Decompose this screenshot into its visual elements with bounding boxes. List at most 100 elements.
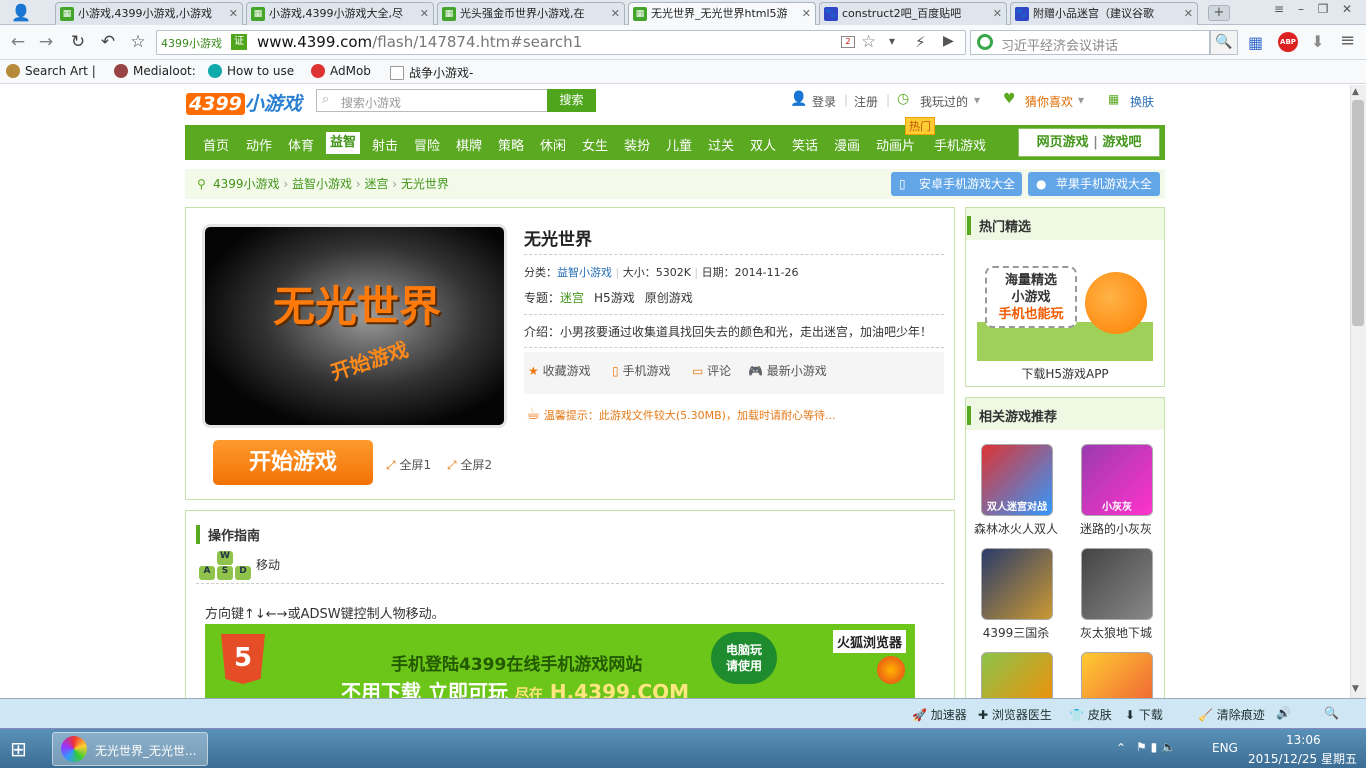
download-icon[interactable]: ⬇ <box>1311 32 1324 51</box>
menu-item[interactable]: 体育 <box>288 135 314 154</box>
menu-item[interactable]: 射击 <box>372 135 398 154</box>
menu-item[interactable]: 益智 <box>326 132 361 154</box>
tab-count-icon[interactable]: 2 <box>841 36 855 48</box>
menu-item[interactable]: 双人 <box>750 135 776 154</box>
register-link[interactable]: 注册 <box>854 93 878 110</box>
game-cover[interactable]: 无光世界 开始游戏 <box>202 224 507 428</box>
menu-item[interactable]: 装扮 <box>624 135 650 154</box>
bookmark-star-icon[interactable]: ☆ <box>126 31 150 53</box>
minimize-icon[interactable]: – <box>1290 2 1312 20</box>
h5-app-ad[interactable]: 海量精选 小游戏 手机也能玩 <box>977 250 1153 361</box>
related-game-thumbnail[interactable]: 双人迷宫对战 <box>981 444 1053 516</box>
game-bar-link[interactable]: 游戏吧 <box>1102 135 1141 150</box>
browser-menu-icon[interactable]: ≡ <box>1340 30 1355 51</box>
category-link[interactable]: 益智小游戏 <box>557 266 612 279</box>
topic-tag[interactable]: H5游戏 <box>594 291 635 305</box>
related-game-name[interactable]: 迷路的小灰灰 <box>1066 520 1164 537</box>
close-icon[interactable]: ✕ <box>420 3 429 24</box>
close-window-icon[interactable]: ✕ <box>1334 2 1360 20</box>
menu-item[interactable]: 手机游戏 <box>934 135 986 154</box>
topic-link[interactable]: 迷宫 <box>560 291 584 305</box>
menu-item[interactable]: 女生 <box>582 135 608 154</box>
tray-expand-icon[interactable]: ⌃ <box>1116 741 1126 755</box>
menu-item[interactable]: 过关 <box>708 135 734 154</box>
menu-item[interactable]: 策略 <box>498 135 524 154</box>
windows-start-icon[interactable]: ⊞ <box>10 737 36 761</box>
fullscreen-2-button[interactable]: ⤢ 全屏2 <box>447 456 492 473</box>
user-avatar-icon[interactable]: 👤 <box>6 3 36 23</box>
adblock-icon[interactable]: ABP <box>1278 32 1298 52</box>
fullscreen-1-button[interactable]: ⤢ 全屏1 <box>386 456 431 473</box>
download-app-link[interactable]: 下载H5游戏APP <box>966 365 1164 382</box>
related-game-item[interactable]: 灰太狼地下城 <box>1066 548 1164 648</box>
site-search-button[interactable]: 搜索 <box>547 89 596 112</box>
menu-icon[interactable]: ≡ <box>1268 2 1290 20</box>
menu-item[interactable]: 儿童 <box>666 135 692 154</box>
start-game-button[interactable]: 开始游戏 <box>213 440 373 485</box>
clock-date[interactable]: 2015/12/25 星期五 <box>1248 750 1357 767</box>
accelerator-button[interactable]: 🚀 加速器 <box>912 706 967 723</box>
bookmark-item[interactable]: AdMob <box>311 64 371 78</box>
apple-games-button[interactable]: ● 苹果手机游戏大全 <box>1028 172 1160 196</box>
close-icon[interactable]: ✕ <box>1184 3 1193 24</box>
apps-icon[interactable]: ▦ <box>1248 33 1263 52</box>
mobile-game-button[interactable]: ▯ 手机游戏 <box>612 352 670 390</box>
menu-item[interactable]: 棋牌 <box>456 135 482 154</box>
scroll-up-icon[interactable]: ▲ <box>1352 87 1359 97</box>
comment-button[interactable]: ▭ 评论 <box>692 352 731 390</box>
language-indicator[interactable]: ENG <box>1212 741 1238 755</box>
menu-item[interactable]: 漫画 <box>834 135 860 154</box>
related-game-thumbnail[interactable]: 小灰灰 <box>1081 444 1153 516</box>
tab-5[interactable]: 🐾 construct2吧_百度贴吧 ✕ <box>819 2 1007 25</box>
related-game-name[interactable]: 4399三国杀 <box>966 624 1066 641</box>
menu-item[interactable]: 动画片 <box>876 135 915 154</box>
download-button[interactable]: ⬇ 下载 <box>1125 706 1163 723</box>
zoom-icon[interactable]: 🔍 <box>1324 706 1339 720</box>
related-game-item[interactable]: 双人迷宫对战森林冰火人双人 <box>966 444 1066 544</box>
scrollbar-thumb[interactable] <box>1352 100 1364 326</box>
related-game-name[interactable]: 森林冰火人双人 <box>966 520 1066 537</box>
menu-item[interactable]: 动作 <box>246 135 272 154</box>
bookmark-item[interactable]: 战争小游戏- <box>390 64 473 81</box>
favorite-game-button[interactable]: ★ 收藏游戏 <box>528 352 591 390</box>
browser-doctor-button[interactable]: ✚ 浏览器医生 <box>978 706 1052 723</box>
site-logo[interactable]: 4399 小游戏 <box>186 89 302 116</box>
forward-icon[interactable]: → <box>34 31 58 53</box>
dropdown-icon[interactable]: ▾ <box>889 34 895 48</box>
browser-search-box[interactable]: 习近平经济会议讲话 <box>970 30 1210 55</box>
login-link[interactable]: 登录 <box>812 93 836 110</box>
breadcrumb-category[interactable]: 益智小游戏 <box>292 177 352 191</box>
skin-link[interactable]: 换肤 <box>1130 93 1154 110</box>
back-icon[interactable]: ← <box>6 31 30 53</box>
new-tab-button[interactable]: + <box>1208 5 1230 21</box>
tray-icons[interactable]: ⚑ ▮ 🔈 <box>1136 740 1176 754</box>
close-icon[interactable]: ✕ <box>802 3 811 24</box>
tab-3[interactable]: ▦ 光头强金币世界小游戏,在 ✕ <box>437 2 625 25</box>
related-game-item[interactable]: 小灰灰 迷路的小灰灰 <box>1066 444 1164 544</box>
favorite-star-icon[interactable]: ☆ <box>861 32 876 52</box>
breadcrumb-topic[interactable]: 迷宫 <box>364 177 388 191</box>
play-icon[interactable]: ▶ <box>943 33 954 49</box>
menu-item[interactable]: 休闲 <box>540 135 566 154</box>
site-search-input[interactable]: ⌕ 搜索小游戏 <box>316 89 548 112</box>
bookmark-item[interactable]: Medialoot: <box>114 64 196 78</box>
close-icon[interactable]: ✕ <box>993 3 1002 24</box>
tab-2[interactable]: ▦ 小游戏,4399小游戏大全,尽 ✕ <box>246 2 434 25</box>
menu-item[interactable]: 笑话 <box>792 135 818 154</box>
taskbar-browser-button[interactable]: 无光世界_无光世... <box>52 732 208 766</box>
close-icon[interactable]: ✕ <box>611 3 620 24</box>
speed-icon[interactable]: ⚡ <box>915 33 926 51</box>
related-game-name[interactable]: 灰太狼地下城 <box>1066 624 1164 641</box>
address-bar[interactable]: 4399小游戏 证 www.4399.com/flash/147874.htm#… <box>156 30 966 55</box>
played-games-link[interactable]: 我玩过的 <box>920 93 968 110</box>
web-games-link[interactable]: 网页游戏 <box>1037 135 1089 150</box>
scroll-down-icon[interactable]: ▼ <box>1352 684 1359 694</box>
tab-4-active[interactable]: ▦ 无光世界_无光世界html5游 ✕ <box>628 2 816 25</box>
search-button[interactable]: 🔍 <box>1210 30 1238 55</box>
tab-6[interactable]: 🐾 附赠小品迷宫（建议谷歌 ✕ <box>1010 2 1198 25</box>
latest-games-button[interactable]: 🎮 最新小游戏 <box>748 352 827 390</box>
close-icon[interactable]: ✕ <box>229 3 238 24</box>
topic-tag[interactable]: 原创游戏 <box>645 291 693 305</box>
menu-item[interactable]: 首页 <box>203 135 229 154</box>
menu-item[interactable]: 冒险 <box>414 135 440 154</box>
